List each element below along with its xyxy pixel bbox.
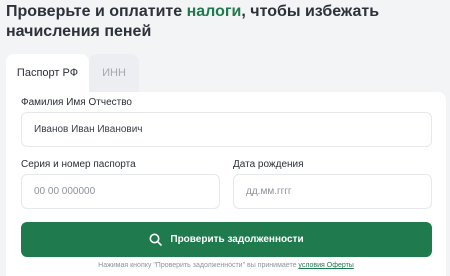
fio-value: Иванов Иван Иванович — [34, 124, 143, 135]
tab-bar: Паспорт РФ ИНН — [6, 54, 139, 92]
passport-form: Фамилия Имя Отчество Иванов Иван Иванови… — [6, 92, 446, 276]
passport-label: Серия и номер паспорта — [21, 159, 136, 170]
birth-date-field[interactable]: дд.мм.гггг — [233, 174, 432, 209]
check-debts-label: Проверить задолженности — [170, 234, 304, 245]
page-title: Проверьте и оплатите налоги, чтобы избеж… — [6, 2, 446, 42]
terms-note-text: Нажимая кнопку "Проверить задолженности"… — [98, 262, 299, 269]
fio-label: Фамилия Имя Отчество — [21, 97, 132, 108]
passport-number-field[interactable]: 00 00 000000 — [21, 174, 220, 209]
tab-passport-label: Паспорт РФ — [16, 67, 79, 79]
offer-terms-link[interactable]: условия Оферты — [298, 262, 353, 269]
search-icon — [149, 233, 163, 246]
check-debts-button[interactable]: Проверить задолженности — [21, 222, 432, 257]
tab-passport[interactable]: Паспорт РФ — [6, 54, 89, 92]
birth-date-placeholder: дд.мм.гггг — [246, 186, 292, 197]
tab-inn-label: ИНН — [102, 67, 126, 79]
fio-field[interactable]: Иванов Иван Иванович — [21, 112, 432, 147]
passport-placeholder: 00 00 000000 — [34, 186, 96, 197]
birth-date-label: Дата рождения — [233, 159, 304, 170]
terms-note: Нажимая кнопку "Проверить задолженности"… — [6, 262, 446, 269]
tab-inn[interactable]: ИНН — [89, 54, 139, 92]
title-text-before: Проверьте и оплатите — [6, 3, 187, 20]
title-accent-text: налоги — [186, 3, 242, 20]
